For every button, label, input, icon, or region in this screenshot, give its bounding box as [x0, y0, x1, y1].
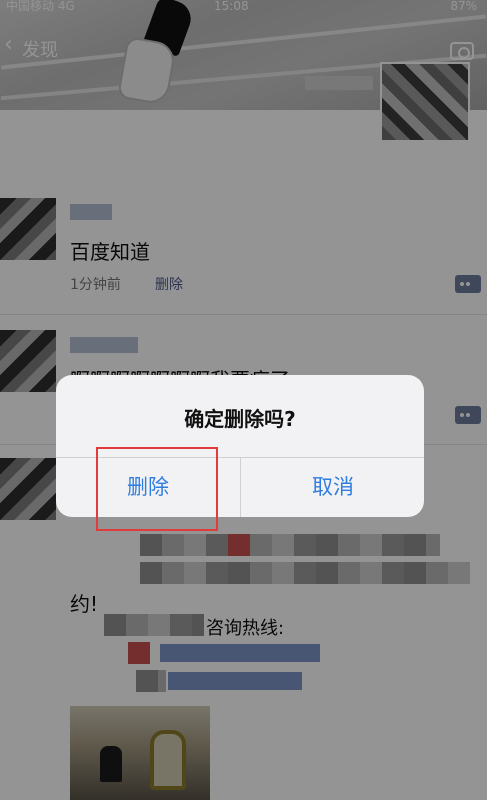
dialog-title: 确定删除吗? [184, 407, 296, 431]
annotation-highlight-box [96, 447, 218, 531]
cancel-button[interactable]: 取消 [241, 458, 424, 517]
